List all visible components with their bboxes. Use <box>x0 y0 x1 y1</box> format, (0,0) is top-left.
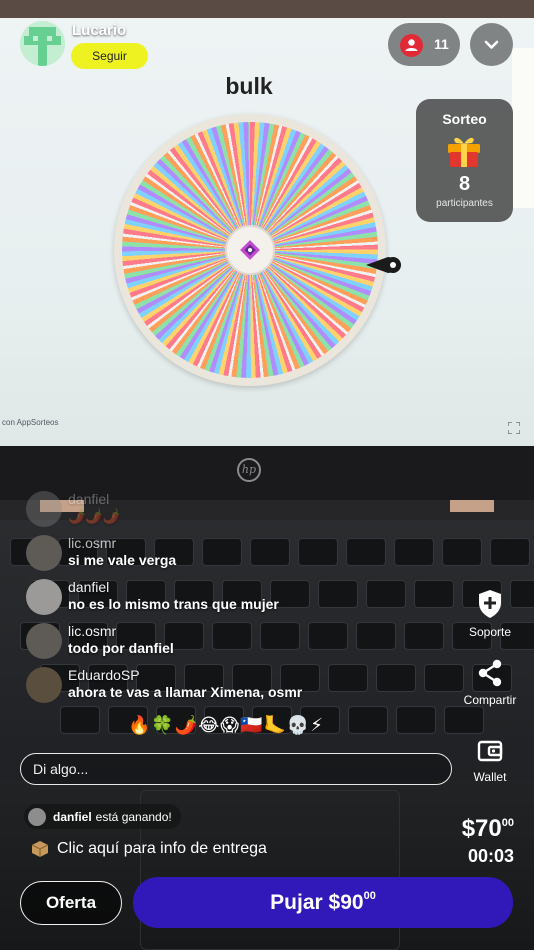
reaction-bar[interactable]: 🔥🍀🌶️😂😱🇨🇱🦶💀⚡ <box>128 715 324 736</box>
chat-avatar <box>26 579 62 615</box>
bid-label: Pujar $90 <box>270 891 364 914</box>
winner-avatar <box>28 807 46 826</box>
chat-username: danfiel <box>68 579 110 595</box>
brand-tag: con AppSorteos <box>2 418 59 427</box>
winner-name: danfiel <box>53 809 92 824</box>
chat-avatar <box>26 491 62 527</box>
auction-timer: 00:03 <box>467 846 514 866</box>
winner-status: está ganando! <box>95 809 172 824</box>
chat-message: lic.osmr todo por danfiel <box>26 623 174 659</box>
gift-icon <box>448 137 480 167</box>
follow-button[interactable]: Seguir <box>71 43 148 69</box>
bid-cents: 00 <box>363 890 376 902</box>
wallet-label: Wallet <box>473 770 507 784</box>
support-label: Soporte <box>468 625 512 639</box>
delivery-info-link[interactable]: Clic aquí para info de entrega <box>31 840 267 858</box>
chat-message: EduardoSP ahora te vas a llamar Ximena, … <box>26 667 302 703</box>
support-button[interactable]: Soporte <box>450 589 530 639</box>
chat-username: lic.osmr <box>68 535 117 551</box>
current-price: $7000 <box>430 815 514 843</box>
viewer-count: 11 <box>434 36 449 52</box>
pixel-avatar-icon <box>20 21 65 66</box>
package-icon <box>31 841 49 857</box>
chat-text: ahora te vas a llamar Ximena, osmr <box>68 684 303 700</box>
chat-avatar <box>26 535 62 571</box>
chat-message: lic.osmr si me vale verga <box>26 535 176 571</box>
raffle-title: Sorteo <box>442 111 487 127</box>
raffle-participant-count: 8 <box>458 173 471 195</box>
wallet-icon <box>477 740 503 762</box>
host-name[interactable]: Lucario <box>72 22 126 39</box>
chat-text: no es lo mismo trans que mujer <box>68 596 279 612</box>
shield-plus-icon <box>479 590 501 618</box>
chat-text: todo por danfiel <box>68 640 174 656</box>
share-button[interactable]: Compartir <box>450 659 530 707</box>
price-cents: 00 <box>501 817 514 829</box>
price-value: $70 <box>461 815 502 842</box>
appsorteos-logo-icon <box>240 240 260 260</box>
chat-message: danfiel no es lo mismo trans que mujer <box>26 579 279 615</box>
winning-bidder-badge: danfiel está ganando! <box>24 804 181 829</box>
chat-text: 🌶️🌶️🌶️ <box>68 508 121 524</box>
raffle-card[interactable]: Sorteo 8 participantes <box>416 99 513 222</box>
wallet-button[interactable]: Wallet <box>450 738 530 784</box>
chat-avatar <box>26 623 62 659</box>
collapse-button[interactable] <box>470 23 513 66</box>
viewer-indicator <box>400 34 423 57</box>
wheel-title: bulk <box>225 73 273 99</box>
person-icon <box>405 39 418 51</box>
chat-username: lic.osmr <box>68 623 117 639</box>
wheel-pointer-icon <box>366 257 401 273</box>
chat-text: si me vale verga <box>68 552 177 568</box>
share-icon <box>478 659 502 687</box>
screen-side-panel <box>512 48 534 208</box>
hinge-pad <box>450 500 494 512</box>
comment-input[interactable] <box>20 753 452 785</box>
chevron-down-icon <box>484 40 499 49</box>
delivery-text: Clic aquí para info de entrega <box>57 840 267 857</box>
host-avatar[interactable] <box>20 21 65 66</box>
chat-username: danfiel <box>68 491 110 507</box>
share-label: Compartir <box>463 693 517 707</box>
viewer-count-badge[interactable]: 11 <box>388 23 460 66</box>
chat-avatar <box>26 667 62 703</box>
chat-message: danfiel 🌶️🌶️🌶️ <box>26 491 120 527</box>
bid-button[interactable]: Pujar $9000 <box>133 877 513 928</box>
hp-logo-icon: hp <box>237 458 261 482</box>
raffle-participant-label: participantes <box>436 198 493 209</box>
chat-username: EduardoSP <box>68 667 140 683</box>
fullscreen-icon <box>508 422 520 434</box>
offer-button[interactable]: Oferta <box>20 881 122 925</box>
